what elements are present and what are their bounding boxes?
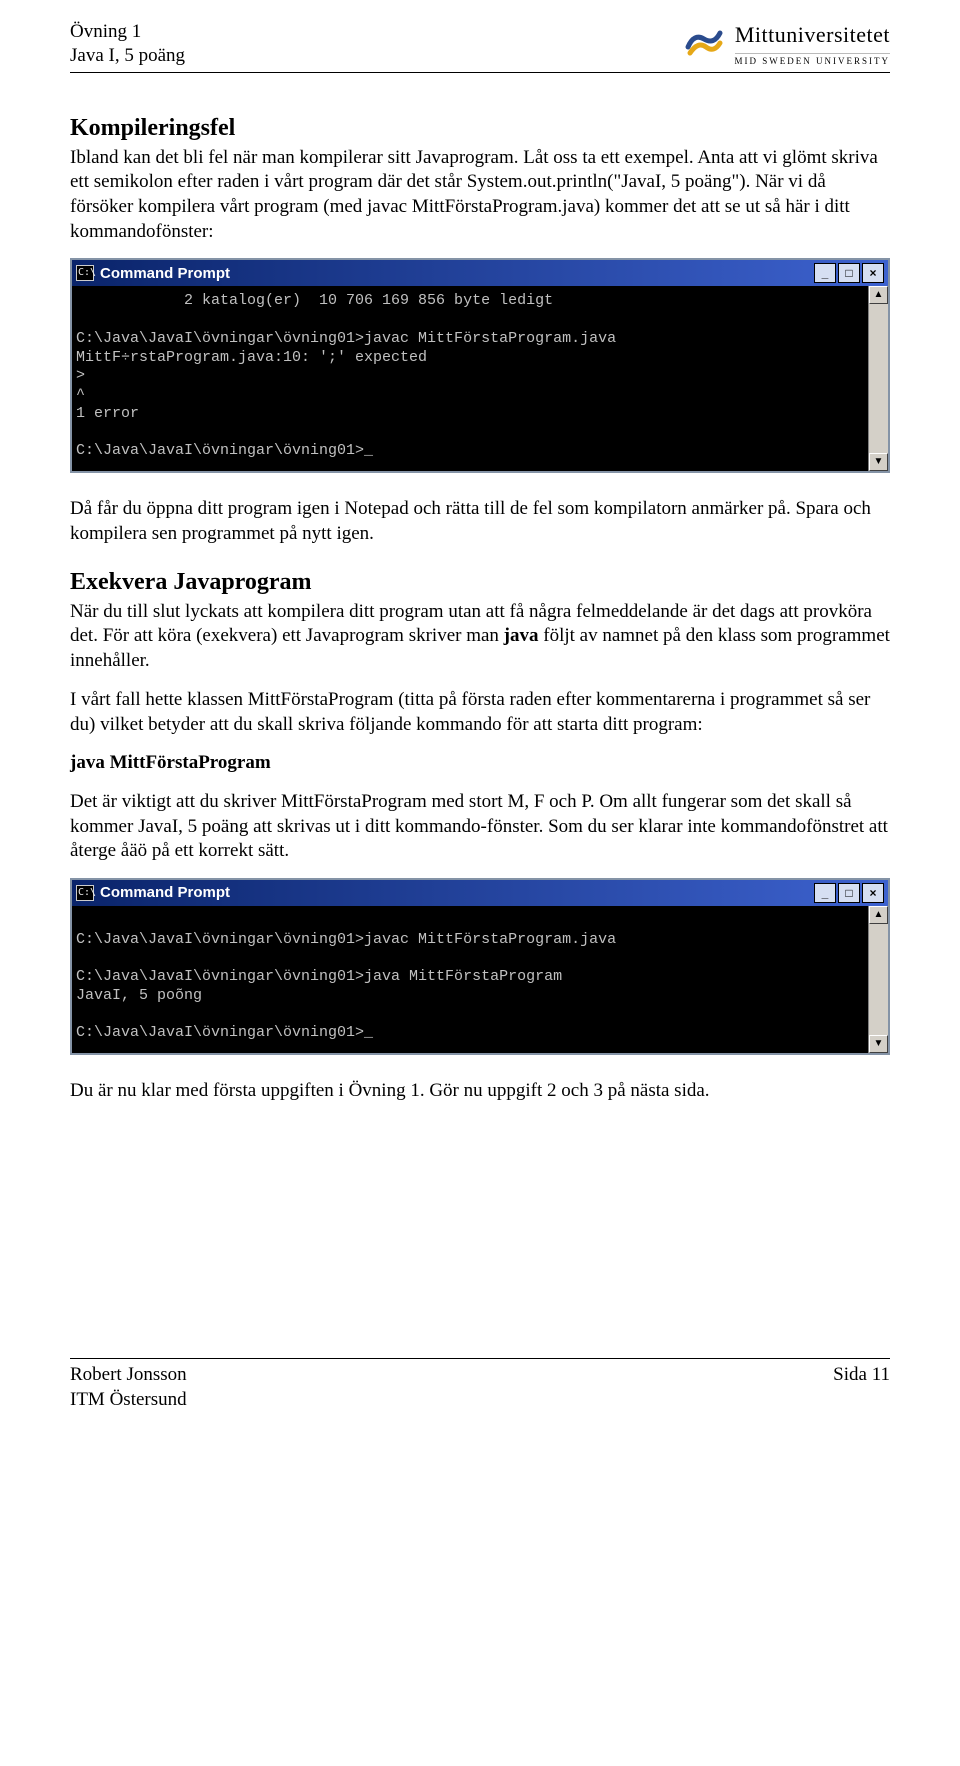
logo-emblem-icon: [684, 25, 724, 67]
scroll-track[interactable]: [869, 924, 888, 1035]
command-line-text: java MittFörstaProgram: [70, 751, 890, 776]
maximize-button[interactable]: □: [838, 883, 860, 903]
close-button[interactable]: ×: [862, 263, 884, 283]
paragraph-exec-intro: När du till slut lyckats att kompilera d…: [70, 600, 890, 674]
minimize-button[interactable]: _: [814, 883, 836, 903]
scroll-down-icon[interactable]: ▼: [869, 1035, 888, 1053]
window-title: Command Prompt: [100, 264, 230, 284]
paragraph-classname: I vårt fall hette klassen MittFörstaProg…: [70, 688, 890, 737]
paragraph-intro: Ibland kan det bli fel när man kompilera…: [70, 146, 890, 245]
logo-subtitle: MID SWEDEN UNIVERSITY: [735, 53, 891, 68]
minimize-button[interactable]: _: [814, 263, 836, 283]
paragraph-fix: Då får du öppna ditt program igen i Note…: [70, 497, 890, 546]
terminal-output: C:\Java\JavaI\övningar\övning01>javac Mi…: [72, 906, 868, 1053]
system-menu-icon[interactable]: C:\: [76, 885, 94, 901]
footer-page-number: Sida 11: [833, 1363, 890, 1412]
scroll-up-icon[interactable]: ▲: [869, 286, 888, 304]
titlebar: C:\ Command Prompt _ □ ×: [72, 880, 888, 906]
scroll-down-icon[interactable]: ▼: [869, 453, 888, 471]
scrollbar[interactable]: ▲ ▼: [868, 286, 888, 471]
window-title: Command Prompt: [100, 883, 230, 903]
page-footer: Robert Jonsson ITM Östersund Sida 11: [70, 1358, 890, 1412]
heading-exekvera: Exekvera Javaprogram: [70, 567, 890, 598]
scrollbar[interactable]: ▲ ▼: [868, 906, 888, 1053]
university-logo: Mittuniversitetet MID SWEDEN UNIVERSITY: [684, 24, 890, 67]
maximize-button[interactable]: □: [838, 263, 860, 283]
logo-name: Mittuniversitetet: [735, 22, 890, 47]
command-prompt-window-1: C:\ Command Prompt _ □ × 2 katalog(er) 1…: [70, 258, 890, 473]
header-line-2: Java I, 5 poäng: [70, 44, 185, 68]
scroll-up-icon[interactable]: ▲: [869, 906, 888, 924]
command-prompt-window-2: C:\ Command Prompt _ □ × C:\Java\JavaI\ö…: [70, 878, 890, 1055]
titlebar: C:\ Command Prompt _ □ ×: [72, 260, 888, 286]
header-line-1: Övning 1: [70, 20, 185, 44]
terminal-output: 2 katalog(er) 10 706 169 856 byte ledigt…: [72, 286, 868, 471]
footer-author: Robert Jonsson: [70, 1363, 187, 1388]
system-menu-icon[interactable]: C:\: [76, 265, 94, 281]
heading-kompileringsfel: Kompileringsfel: [70, 113, 890, 144]
scroll-track[interactable]: [869, 304, 888, 453]
paragraph-done: Du är nu klar med första uppgiften i Övn…: [70, 1079, 890, 1104]
paragraph-case-note: Det är viktigt att du skriver MittFörsta…: [70, 790, 890, 864]
text-java-bold: java: [504, 625, 539, 646]
page-header: Övning 1 Java I, 5 poäng Mittuniversitet…: [70, 20, 890, 73]
footer-dept: ITM Östersund: [70, 1388, 187, 1413]
close-button[interactable]: ×: [862, 883, 884, 903]
